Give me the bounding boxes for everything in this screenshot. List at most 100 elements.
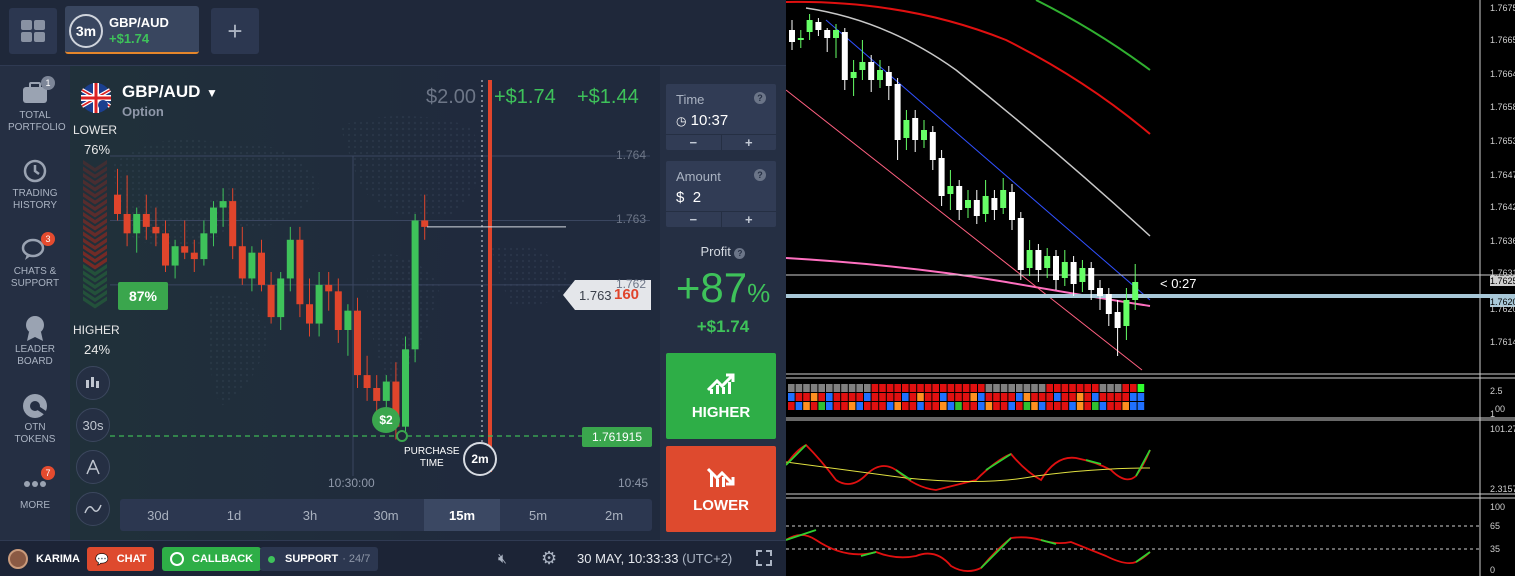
mt4-signal-block [833,402,841,410]
help-icon[interactable]: ? [754,92,766,104]
timeframe-15m[interactable]: 15m [424,499,500,531]
timeframe-30d[interactable]: 30d [120,499,196,531]
chart-type-button[interactable] [76,366,110,400]
time-minus-button[interactable]: − [666,135,722,150]
time-plus-button[interactable]: + [722,135,777,150]
mt4-signal-block [1000,384,1008,392]
mt4-signal-block [1114,402,1122,410]
support-button[interactable]: SUPPORT · 24/7 [260,547,379,571]
deal-entry-point [396,430,408,442]
mt4-candle [841,28,848,90]
sidebar-item-more[interactable]: 7 MORE [0,466,70,512]
sidebar-item-label: OTN TOKENS [14,422,56,445]
sidebar-item-history[interactable]: TRADING HISTORY [0,158,70,212]
mt4-candle [1114,300,1121,356]
clock-icon: ◷ [676,114,687,128]
time-selector[interactable]: Time ? ◷ 10:37 − + [666,84,776,150]
drawing-tools-button[interactable] [76,450,110,484]
user-profile[interactable]: KARIMA [4,547,84,571]
server-datetime: 30 MAY, 10:33:33 (UTC+2) [577,551,732,566]
candle-interval-label: 30s [82,417,104,433]
compass-icon [86,459,100,475]
tab-timer: 3m [75,23,97,39]
mt4-ind1-label: 2.5 [1490,386,1503,396]
mt4-ind1-label: 1 [1490,409,1496,419]
help-icon[interactable]: ? [754,169,766,181]
chat-button[interactable]: 💬 CHAT [87,547,155,571]
chevron-down-icon[interactable]: ▼ [206,86,218,100]
amount-plus-button[interactable]: + [722,212,777,227]
mt4-signal-block [985,402,993,410]
phone-icon [170,552,184,566]
callback-button[interactable]: CALLBACK [162,547,262,571]
chat-icon: 💬 [95,553,109,566]
mt4-chart[interactable] [786,0,1515,576]
profit-at-expiry: +$1.74 [494,86,556,108]
mt4-signal-block [962,393,970,401]
mt4-signal-block [810,402,818,410]
timeframe-30m[interactable]: 30m [348,499,424,531]
sidebar-item-label: LEADER BOARD [14,344,55,367]
amount-selector[interactable]: Amount ? $ 2 − + [666,161,776,227]
amount-label: Amount [676,169,721,184]
deal-marker[interactable]: $2 [372,407,400,433]
mute-icon[interactable]: 🔇︎ [498,550,507,567]
mt4-signal-block [985,384,993,392]
mt4-signal-block [940,393,947,401]
sidebar-item-leaderboard[interactable]: LEADER BOARD [0,314,70,368]
timeframe-5m[interactable]: 5m [500,499,576,531]
sidebar-item-portfolio[interactable]: 1 TOTAL PORTFOLIO [0,76,70,134]
mt4-candle [1026,240,1033,276]
mt4-signal-block [947,384,955,392]
sidebar-item-label: MORE [20,500,50,511]
mt4-candle [912,110,919,152]
avatar [8,549,28,569]
mt4-signal-block [788,393,795,401]
mt4-candle [1105,288,1112,326]
mt4-ind3-label: 0 [1490,565,1496,575]
mt4-candle [903,110,910,150]
mt4-signal-block [1069,384,1076,392]
amount-input[interactable]: $ 2 [676,189,701,206]
mt4-signal-block [993,402,1000,410]
mt4-signal-block [1038,402,1046,410]
mt4-signal-block [818,402,825,410]
timeframe-2m[interactable]: 2m [576,499,652,531]
asset-grid-button[interactable] [9,8,57,54]
mt4-signal-block [1023,393,1031,401]
mt4-signal-block [955,393,962,401]
mt4-candle [1097,280,1103,310]
mt4-signal-block [1046,393,1053,401]
mt4-candle [1079,260,1086,292]
amount-minus-button[interactable]: − [666,212,722,227]
higher-sentiment-pct: 24% [84,342,111,357]
help-icon[interactable]: ? [734,248,746,259]
timeframe-1d[interactable]: 1d [196,499,272,531]
candle-interval-button[interactable]: 30s [76,408,110,442]
price-tick-label: 1.763 [616,212,647,227]
mt4-ind3-label: 100 [1490,502,1506,512]
mt4-candle [973,190,980,224]
expiry-ring: 3m [69,14,103,48]
mt4-chart-panel[interactable]: < 0:27 [786,0,1515,576]
mt4-signal-block [1000,402,1008,410]
mt4-signal-block [886,393,894,401]
sidebar-item-tokens[interactable]: OTN TOKENS [0,392,70,446]
mt4-signal-block [1114,393,1122,401]
higher-button[interactable]: HIGHER [666,353,776,439]
timeframe-3h[interactable]: 3h [272,499,348,531]
mt4-candle [1009,184,1015,230]
indicators-button[interactable] [76,492,110,526]
mt4-signal-block [970,384,977,392]
time-value[interactable]: ◷ 10:37 [676,112,728,129]
gear-icon[interactable]: ⚙ [541,548,557,569]
asset-tab-gbp-aud[interactable]: 3m GBP/AUD +$1.74 [65,6,199,54]
mt4-signal-block [788,384,795,392]
sidebar-item-chats[interactable]: 3 CHATS & SUPPORT [0,232,70,290]
fullscreen-icon[interactable] [756,550,772,566]
price-chart-area[interactable]: GBP/AUD ▼ Option LOWER 76% 87% HIGHER 24… [70,66,660,540]
mt4-signal-block [1016,402,1023,410]
mt4-green-ma [1035,0,1151,71]
lower-button[interactable]: LOWER [666,446,776,532]
add-asset-button[interactable]: + [211,8,259,54]
